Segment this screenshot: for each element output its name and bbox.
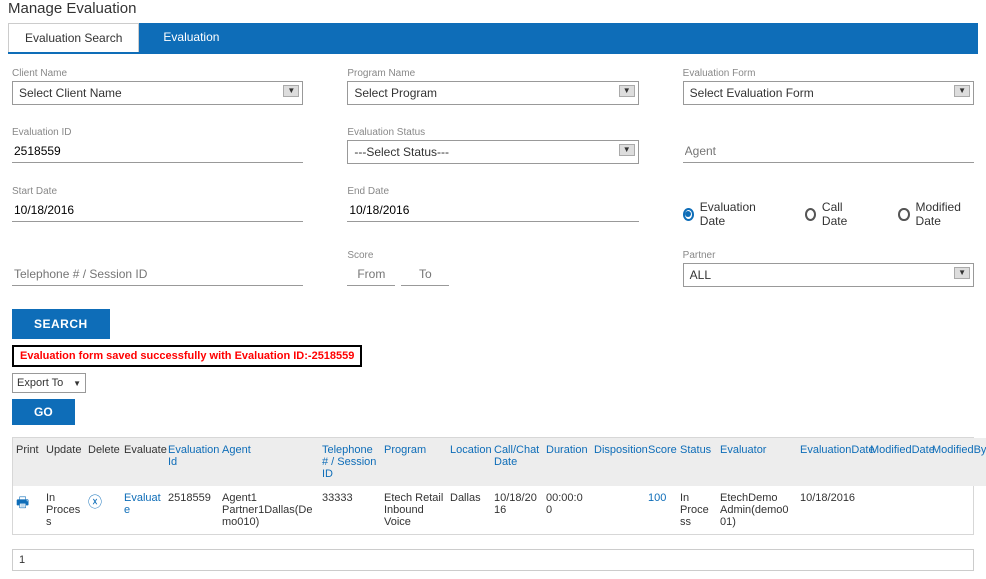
go-button[interactable]: GO (12, 399, 75, 425)
th-evaluator[interactable]: Evaluator (717, 438, 797, 486)
select-program-name[interactable]: Select Program ▼ (347, 81, 638, 105)
select-evaluation-status-value: ---Select Status--- (348, 141, 637, 163)
label-empty (12, 250, 303, 261)
status-message: Evaluation form saved successfully with … (12, 345, 362, 367)
th-update[interactable]: Update (43, 438, 85, 486)
th-score[interactable]: Score (645, 438, 677, 486)
select-export-to[interactable]: Export To ▼ (12, 373, 86, 393)
label-evaluation-id: Evaluation ID (12, 127, 303, 138)
table-row: 🖶 In Process ⓧ Evaluate 2518559 Agent1 P… (13, 486, 986, 534)
select-client-name-value: Select Client Name (13, 82, 302, 104)
label-score: Score (347, 250, 638, 261)
cell-modified-by (929, 486, 985, 534)
cell-duration: 00:00:00 (543, 486, 591, 534)
th-call-date[interactable]: Call/Chat Date (491, 438, 543, 486)
label-partner: Partner (683, 250, 974, 261)
caret-down-icon: ▼ (619, 85, 635, 97)
select-partner[interactable]: ALL ▼ (683, 263, 974, 287)
th-evaluation-id[interactable]: Evaluation Id (165, 438, 219, 486)
cell-evaluator: EtechDemo Admin(demo001) (717, 486, 797, 534)
caret-down-icon: ▼ (619, 144, 635, 156)
select-client-name[interactable]: Select Client Name ▼ (12, 81, 303, 105)
cell-evaluate-link[interactable]: Evaluate (121, 486, 165, 534)
input-telephone-session[interactable] (12, 263, 303, 286)
radio-label: Modified Date (916, 200, 974, 228)
tab-evaluation[interactable]: Evaluation (139, 23, 243, 52)
cell-telephone: 33333 (319, 486, 381, 534)
search-button[interactable]: SEARCH (12, 309, 110, 339)
print-icon[interactable]: 🖶 (16, 494, 29, 510)
cell-evaluation-id: 2518559 (165, 486, 219, 534)
label-client-name: Client Name (12, 68, 303, 79)
caret-down-icon: ▼ (73, 379, 81, 388)
select-evaluation-form[interactable]: Select Evaluation Form ▼ (683, 81, 974, 105)
label-start-date: Start Date (12, 186, 303, 197)
radio-label: Evaluation Date (700, 200, 767, 228)
label-evaluation-status: Evaluation Status (347, 127, 638, 138)
cell-location: Dallas (447, 486, 491, 534)
cell-score[interactable]: 100 (645, 486, 677, 534)
tab-bar: Evaluation Search Evaluation (8, 23, 978, 54)
th-duration[interactable]: Duration (543, 438, 591, 486)
label-program-name: Program Name (347, 68, 638, 79)
select-partner-value: ALL (684, 264, 973, 286)
radio-icon (805, 208, 816, 221)
select-evaluation-status[interactable]: ---Select Status--- ▼ (347, 140, 638, 164)
radio-modified-date[interactable]: Modified Date (898, 200, 974, 228)
caret-down-icon: ▼ (954, 85, 970, 97)
caret-down-icon: ▼ (954, 267, 970, 279)
tab-bar-filler (243, 23, 978, 52)
input-evaluation-id[interactable] (12, 140, 303, 163)
input-agent[interactable] (683, 140, 974, 163)
th-program[interactable]: Program (381, 438, 447, 486)
radio-label: Call Date (822, 200, 861, 228)
cell-program: Etech Retail Inbound Voice (381, 486, 447, 534)
th-status[interactable]: Status (677, 438, 717, 486)
th-modified-date[interactable]: ModifiedDate (867, 438, 929, 486)
select-export-to-value: Export To (17, 377, 63, 389)
th-modified-by[interactable]: ModifiedBy (929, 438, 985, 486)
label-end-date: End Date (347, 186, 638, 197)
pager[interactable]: 1 (12, 549, 974, 571)
cell-update[interactable]: In Process (43, 486, 85, 534)
th-delete[interactable]: Delete (85, 438, 121, 486)
input-end-date[interactable] (347, 199, 638, 222)
select-program-name-value: Select Program (348, 82, 637, 104)
th-telephone[interactable]: Telephone # / Session ID (319, 438, 381, 486)
page-title: Manage Evaluation (0, 0, 986, 19)
delete-icon[interactable]: ⓧ (88, 494, 102, 510)
th-evaluate[interactable]: Evaluate (121, 438, 165, 486)
input-score-to[interactable] (401, 263, 449, 286)
radio-icon (683, 208, 694, 221)
cell-modified-date (867, 486, 929, 534)
th-location[interactable]: Location (447, 438, 491, 486)
th-print[interactable]: Print (13, 438, 43, 486)
results-table: Print Update Delete Evaluate Evaluation … (12, 437, 974, 535)
cell-status: In Process (677, 486, 717, 534)
input-start-date[interactable] (12, 199, 303, 222)
tab-evaluation-search[interactable]: Evaluation Search (8, 23, 139, 52)
input-score-from[interactable] (347, 263, 395, 286)
th-agent[interactable]: Agent (219, 438, 319, 486)
select-evaluation-form-value: Select Evaluation Form (684, 82, 973, 104)
radio-icon (898, 208, 909, 221)
th-evaluation-date[interactable]: EvaluationDate (797, 438, 867, 486)
cell-evaluation-date: 10/18/2016 (797, 486, 867, 534)
cell-call-date: 10/18/2016 (491, 486, 543, 534)
label-evaluation-form: Evaluation Form (683, 68, 974, 79)
th-disposition[interactable]: Disposition (591, 438, 645, 486)
radio-evaluation-date[interactable]: Evaluation Date (683, 200, 767, 228)
cell-agent: Agent1 Partner1Dallas(Demo010) (219, 486, 319, 534)
label-agent (683, 127, 974, 138)
caret-down-icon: ▼ (283, 85, 299, 97)
cell-disposition (591, 486, 645, 534)
table-header-row: Print Update Delete Evaluate Evaluation … (13, 438, 986, 486)
radio-call-date[interactable]: Call Date (805, 200, 861, 228)
